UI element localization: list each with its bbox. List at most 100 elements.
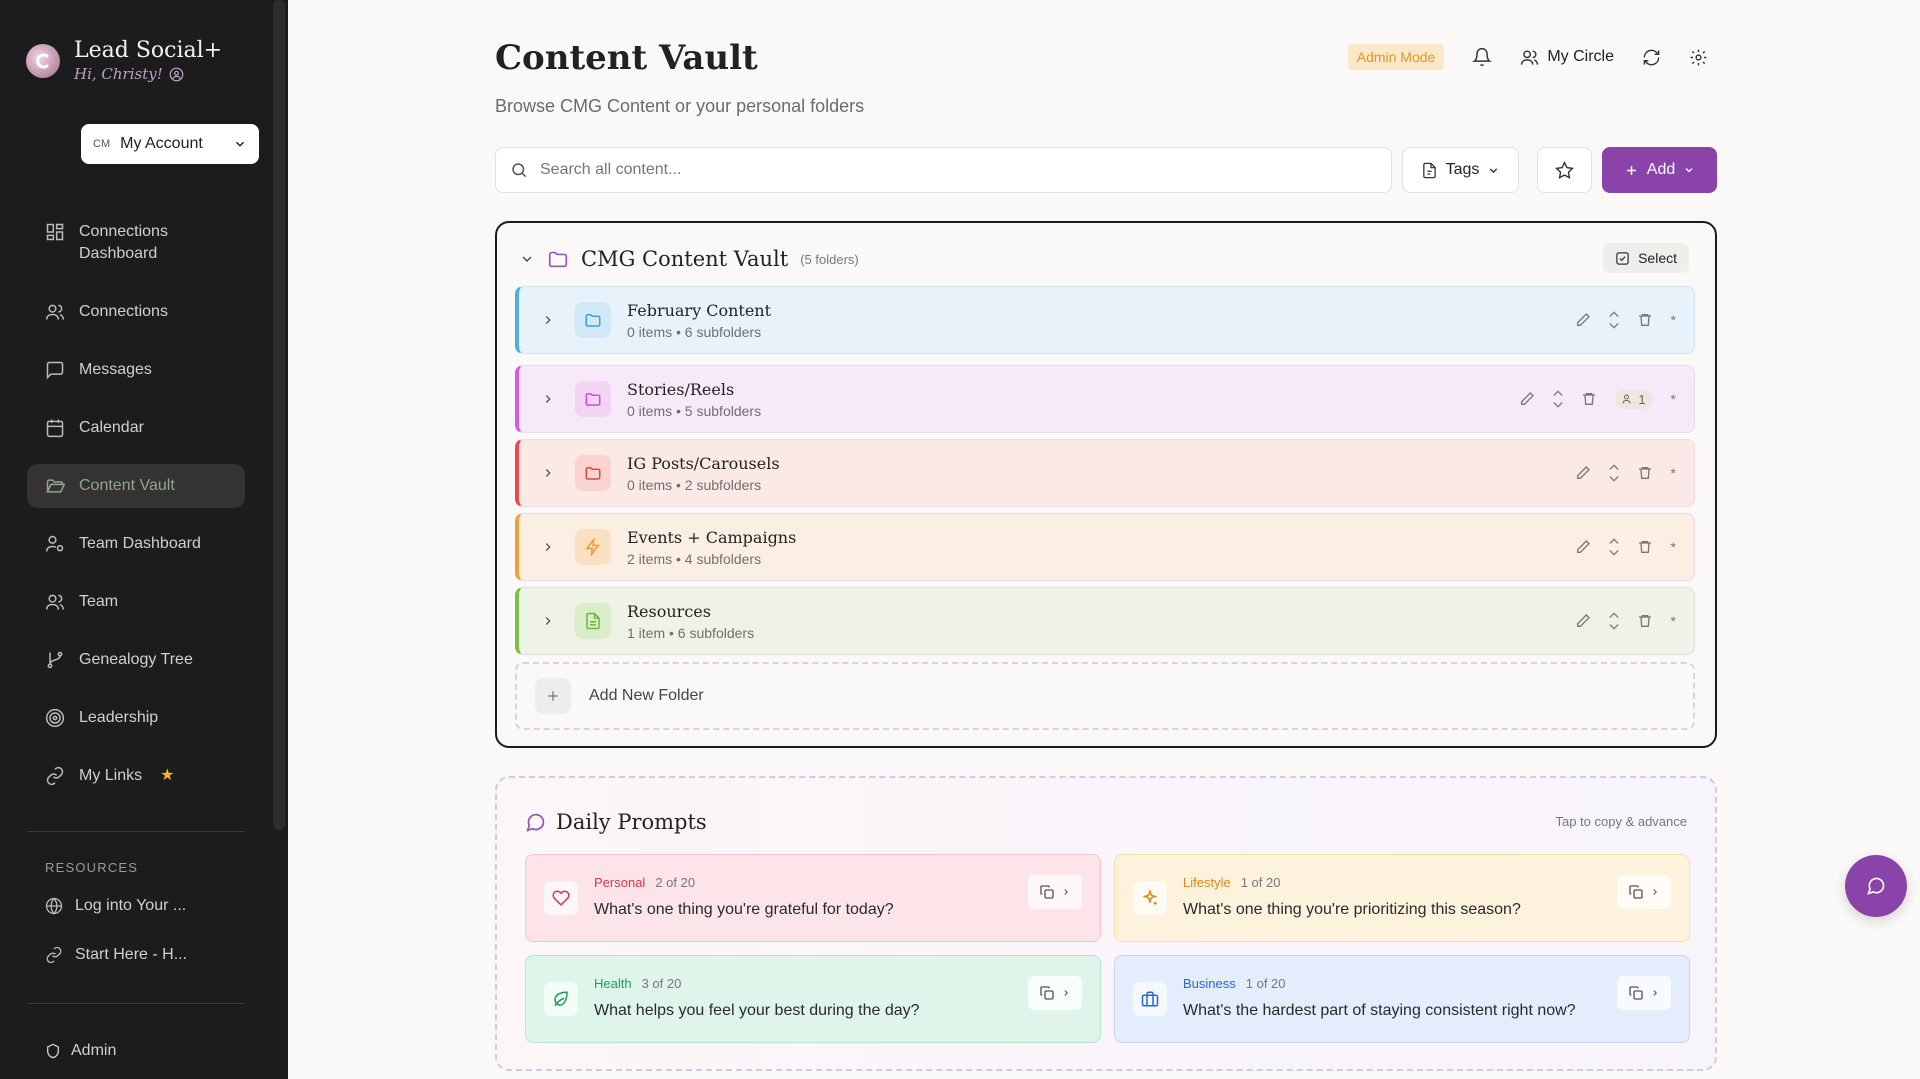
prompt-card-lifestyle[interactable]: Lifestyle 1 of 20 What's one thing you'r… [1114,854,1690,942]
page-subtitle: Browse CMG Content or your personal fold… [495,96,865,116]
user-circle-icon[interactable] [169,67,184,82]
folder-actions: * [1575,611,1676,631]
add-label: Add [1646,161,1676,178]
pencil-icon[interactable] [1575,613,1591,629]
sidebar-item-connections-dashboard[interactable]: Connections Dashboard [27,210,245,276]
trash-icon[interactable] [1637,613,1653,629]
chevron-down-icon [1487,164,1500,177]
select-button[interactable]: Select [1603,243,1689,273]
trash-icon[interactable] [1637,465,1653,481]
chevron-up-icon[interactable] [1553,389,1564,397]
my-circle-button[interactable]: My Circle [1520,48,1614,67]
copy-icon [1628,985,1644,1001]
folder-meta: 1 item • 6 subfolders [627,624,755,641]
admin-link[interactable]: Admin [45,1042,116,1060]
resource-item-log-into[interactable]: Log into Your ... [45,897,186,915]
chevron-up-icon[interactable] [1608,537,1619,545]
chevron-right-icon[interactable] [541,466,555,480]
folder-meta: 0 items • 5 subfolders [627,402,762,419]
chevron-down-icon[interactable] [1608,322,1619,330]
more-dot-icon[interactable]: * [1671,391,1676,407]
add-button[interactable]: Add [1602,147,1717,193]
sidebar-item-genealogy-tree[interactable]: Genealogy Tree [27,638,245,682]
sidebar-item-team[interactable]: Team [27,580,245,624]
copy-next-button[interactable] [1617,976,1671,1010]
folder-row[interactable]: Stories/Reels 0 items • 5 subfolders 1 * [515,365,1695,433]
chevron-down-icon[interactable] [1608,475,1619,483]
vault-header[interactable]: CMG Content Vault (5 folders) [519,247,859,271]
search-input[interactable] [540,161,1377,179]
sidebar-item-label: Connections [79,303,168,320]
more-dot-icon[interactable]: * [1671,613,1676,629]
add-new-folder-button[interactable]: Add New Folder [515,662,1695,730]
chevron-up-icon[interactable] [1608,611,1619,619]
chevron-down-icon[interactable] [1608,623,1619,631]
chevron-right-icon[interactable] [541,392,555,406]
copy-next-button[interactable] [1028,976,1082,1010]
users-icon [45,302,65,322]
pencil-icon[interactable] [1519,391,1535,407]
more-dot-icon[interactable]: * [1671,465,1676,481]
folder-row[interactable]: IG Posts/Carousels 0 items • 2 subfolder… [515,439,1695,507]
chat-fab-button[interactable] [1845,855,1907,917]
my-account-button[interactable]: CM My Account [81,124,259,164]
pencil-icon[interactable] [1575,465,1591,481]
trash-icon[interactable] [1637,539,1653,555]
sidebar-item-label: Content Vault [79,477,175,494]
chevron-right-icon[interactable] [541,540,555,554]
brand-title: Lead Social+ [74,38,223,63]
chevron-down-icon[interactable] [1608,549,1619,557]
chevron-down-icon[interactable] [1553,401,1564,409]
bell-icon[interactable] [1472,47,1493,67]
sidebar-item-team-dashboard[interactable]: Team Dashboard [27,522,245,566]
folder-open-icon [45,476,65,496]
folder-actions: 1 * [1519,389,1676,409]
tags-button[interactable]: Tags [1402,147,1519,193]
folder-row[interactable]: Resources 1 item • 6 subfolders * [515,587,1695,655]
prompt-card-business[interactable]: Business 1 of 20 What's the hardest part… [1114,955,1690,1043]
calendar-icon [45,418,65,438]
trash-icon[interactable] [1637,312,1653,328]
link-icon [45,766,65,786]
refresh-icon[interactable] [1642,48,1661,67]
copy-icon [1628,884,1644,900]
heart-icon [544,881,578,915]
copy-next-button[interactable] [1028,875,1082,909]
sidebar-item-leadership[interactable]: Leadership [27,696,245,740]
shared-members-badge[interactable]: 1 [1615,389,1653,409]
prompt-card-personal[interactable]: Personal 2 of 20 What's one thing you're… [525,854,1101,942]
chevron-right-icon[interactable] [541,313,555,327]
vault-title: CMG Content Vault [581,247,789,271]
prompt-card-health[interactable]: Health 3 of 20 What helps you feel your … [525,955,1101,1043]
more-dot-icon[interactable]: * [1671,312,1676,328]
sidebar-item-calendar[interactable]: Calendar [27,406,245,450]
admin-mode-badge[interactable]: Admin Mode [1347,44,1445,70]
trash-icon[interactable] [1581,391,1597,407]
favorites-button[interactable] [1537,147,1592,193]
pencil-icon[interactable] [1575,312,1591,328]
sidebar-scrollbar[interactable] [273,0,285,830]
shield-icon [45,1043,61,1059]
resource-item-start-here[interactable]: Start Here - H... [45,946,187,964]
gear-icon[interactable] [1689,48,1708,67]
sidebar-item-messages[interactable]: Messages [27,348,245,392]
reorder-arrows [1608,310,1619,330]
chevron-right-icon[interactable] [541,614,555,628]
search-icon [510,161,528,179]
copy-next-button[interactable] [1617,875,1671,909]
chevron-up-icon[interactable] [1608,463,1619,471]
brand[interactable]: Lead Social+ Hi, Christy! [26,38,222,83]
chevron-up-icon[interactable] [1608,310,1619,318]
sidebar-item-connections[interactable]: Connections [27,290,245,334]
daily-prompts-panel: Daily Prompts Tap to copy & advance Pers… [495,776,1717,1071]
sidebar-item-my-links[interactable]: My Links ★ [27,754,245,798]
reorder-arrows [1608,611,1619,631]
prompt-category: Business [1183,976,1236,991]
pencil-icon[interactable] [1575,539,1591,555]
sidebar-item-content-vault[interactable]: Content Vault [27,464,245,508]
leaf-icon [544,982,578,1016]
folder-row[interactable]: Events + Campaigns 2 items • 4 subfolder… [515,513,1695,581]
globe-icon [45,897,63,915]
folder-row[interactable]: February Content 0 items • 6 subfolders … [515,286,1695,354]
more-dot-icon[interactable]: * [1671,539,1676,555]
